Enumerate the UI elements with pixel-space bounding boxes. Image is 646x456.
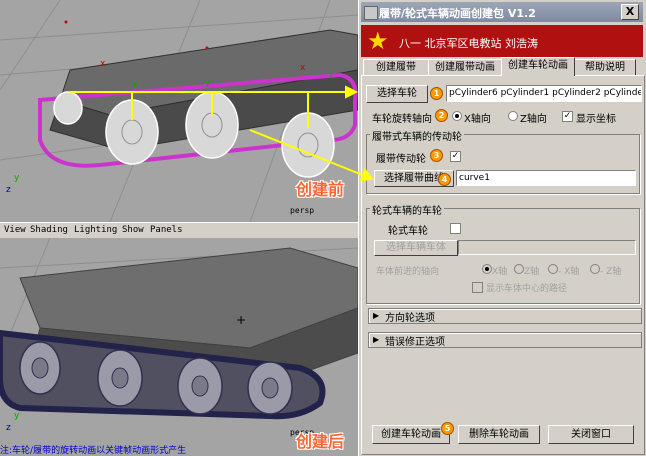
banner: ★ 八一 北京军区电教站 刘浩涛 xyxy=(361,25,643,57)
error-frame[interactable]: ▶ 错误修正选项 xyxy=(368,332,642,348)
svg-text:x: x xyxy=(300,63,306,73)
wheeled-label: 轮式车轮 xyxy=(388,226,428,237)
error-frame-label: 错误修正选项 xyxy=(385,337,445,348)
window-title: 履带/轮式车辆动画创建包 V1.2 xyxy=(379,7,536,20)
app-icon xyxy=(364,6,378,20)
viewport-bottom-canvas: + z y xyxy=(0,238,358,433)
tab-wheel-animation[interactable]: 创建车轮动画 xyxy=(501,57,575,76)
fwd-z-label: Z轴 xyxy=(524,267,540,277)
step-badge-1: 1 xyxy=(430,87,443,100)
fwd-negz-label: - Z轴 xyxy=(600,267,622,277)
menu-show[interactable]: Show xyxy=(122,225,144,235)
axis-x-radio[interactable] xyxy=(452,111,462,121)
step-badge-5: 5 xyxy=(441,422,454,435)
annotation-before: 创建前 xyxy=(296,180,345,199)
menu-lighting[interactable]: Lighting xyxy=(74,225,117,235)
tool-window: 履带/轮式车辆动画创建包 V1.2 X ★ 八一 北京军区电教站 刘浩涛 创建履… xyxy=(358,0,646,456)
svg-text:y: y xyxy=(132,79,138,89)
svg-text:z: z xyxy=(6,423,11,433)
fwd-x-radio[interactable] xyxy=(482,264,492,274)
wheels-field[interactable]: pCylinder6 pCylinder1 pCylinder2 pCylind… xyxy=(446,85,642,102)
viewport-bottom[interactable]: + z y persp 创建后 注:车轮/履带的旋转动画以关键帧动画形式产生 xyxy=(0,238,358,456)
step-badge-4: 4 xyxy=(438,173,451,186)
svg-text:+: + xyxy=(236,313,246,327)
rotation-axis-label: 车轮旋转轴向 xyxy=(372,114,432,125)
wheeled-group-title: 轮式车辆的车轮 xyxy=(370,202,444,217)
close-window-button[interactable]: 关闭窗口 xyxy=(548,425,634,444)
svg-text:x: x xyxy=(100,59,106,69)
menu-shading[interactable]: Shading xyxy=(30,225,68,235)
star-icon: ★ xyxy=(367,27,389,55)
viewport-top[interactable]: x y y x 1 y z y persp 创建前 xyxy=(0,0,358,222)
forward-axis-label: 车体前进的轴向 xyxy=(376,267,440,277)
menu-view[interactable]: View xyxy=(4,225,26,235)
show-axis-label: 显示坐标 xyxy=(576,114,616,125)
close-icon[interactable]: X xyxy=(621,4,639,20)
track-drive-checkbox[interactable]: ✓ xyxy=(450,151,461,162)
delete-animation-button[interactable]: 删除车轮动画 xyxy=(458,425,540,444)
select-body-button[interactable]: 选择车辆车体 xyxy=(374,240,458,256)
fwd-x-label: X轴 xyxy=(492,267,508,277)
expand-arrow-icon: ▶ xyxy=(373,311,380,320)
axis-x-label: X轴向 xyxy=(464,114,491,125)
tab-help[interactable]: 帮助说明 xyxy=(574,59,636,75)
curve-field[interactable]: curve1 xyxy=(456,170,636,186)
fwd-negx-label: - X轴 xyxy=(558,267,580,277)
tab-panel: 选择车轮 1 pCylinder6 pCylinder1 pCylinder2 … xyxy=(361,75,645,455)
fwd-negz-radio[interactable] xyxy=(590,264,600,274)
menu-panels[interactable]: Panels xyxy=(150,225,183,235)
tab-create-track[interactable]: 创建履带 xyxy=(363,59,429,75)
create-animation-button[interactable]: 创建车轮动画 xyxy=(372,425,450,444)
step-badge-3: 3 xyxy=(430,149,443,162)
window-titlebar[interactable]: 履带/轮式车辆动画创建包 V1.2 X xyxy=(361,2,643,22)
svg-text:1: 1 xyxy=(328,71,334,81)
status-note: 注:车轮/履带的旋转动画以关键帧动画形式产生 xyxy=(0,446,187,456)
direction-frame[interactable]: ▶ 方向轮选项 xyxy=(368,308,642,324)
show-axis-checkbox[interactable]: ✓ xyxy=(562,111,573,122)
body-field[interactable] xyxy=(458,240,636,255)
tracked-group-title: 履带式车辆的传动轮 xyxy=(370,128,464,143)
scene-markers xyxy=(64,20,209,50)
show-body-path-checkbox[interactable] xyxy=(472,282,483,293)
fwd-z-radio[interactable] xyxy=(514,264,524,274)
fwd-negx-radio[interactable] xyxy=(548,264,558,274)
svg-text:y: y xyxy=(205,78,211,88)
show-body-path-label: 显示车体中心的路径 xyxy=(486,284,568,294)
step-badge-2: 2 xyxy=(435,109,448,122)
svg-text:y: y xyxy=(306,93,312,103)
track-drive-label: 履带传动轮 xyxy=(376,154,426,165)
camera-label-top: persp xyxy=(290,206,315,215)
wheeled-checkbox[interactable] xyxy=(450,223,461,234)
banner-text: 八一 北京军区电教站 刘浩涛 xyxy=(399,37,538,50)
select-wheels-button[interactable]: 选择车轮 xyxy=(366,85,428,103)
expand-arrow-icon: ▶ xyxy=(373,335,380,344)
axis-z-label: Z轴向 xyxy=(520,114,547,125)
tab-track-animation[interactable]: 创建履带动画 xyxy=(428,59,502,75)
axis-z-radio[interactable] xyxy=(508,111,518,121)
svg-text:z: z xyxy=(6,185,11,195)
direction-frame-label: 方向轮选项 xyxy=(385,313,435,324)
svg-text:y: y xyxy=(14,173,20,183)
svg-text:y: y xyxy=(14,411,20,421)
